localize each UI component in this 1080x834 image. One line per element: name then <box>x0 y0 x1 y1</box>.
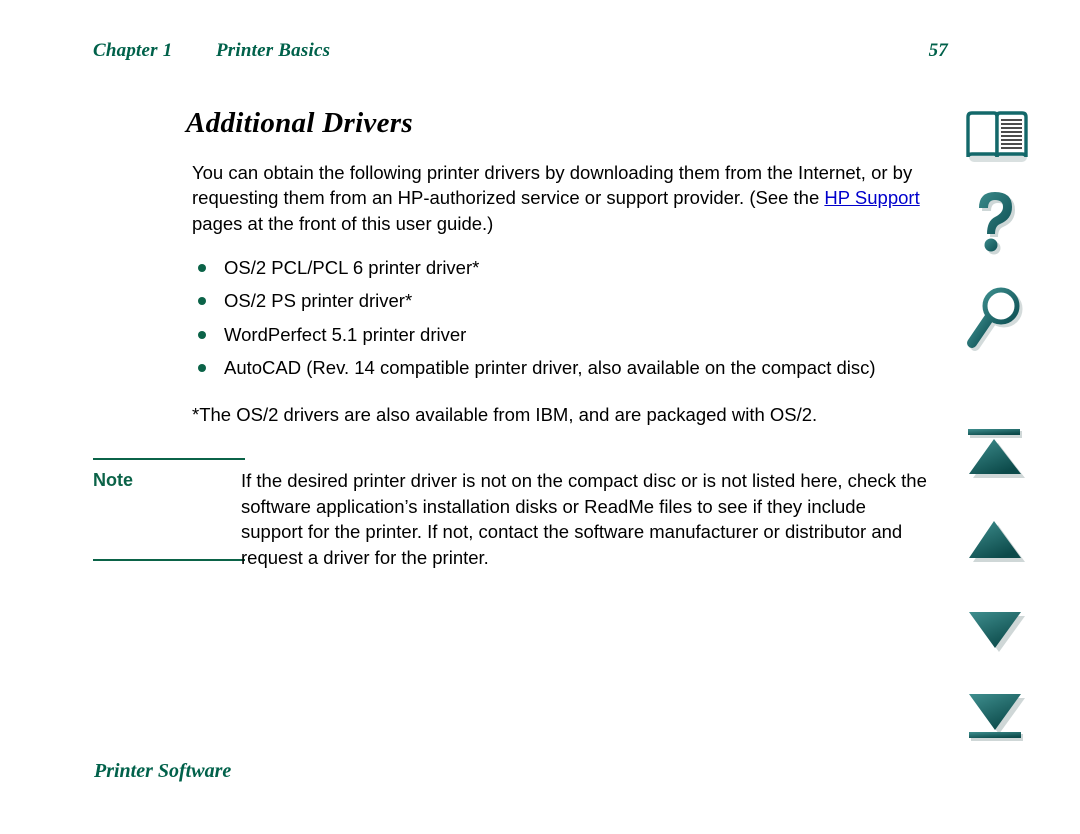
note-rule-bottom <box>93 559 245 561</box>
header-section-label: Printer Basics <box>216 40 331 61</box>
page-number: 57 <box>928 40 948 61</box>
search-button[interactable] <box>948 284 1044 356</box>
table-of-contents-button[interactable] <box>948 108 1044 164</box>
running-header: Chapter 1 Printer Basics 57 <box>93 40 973 66</box>
last-page-icon <box>969 694 1025 741</box>
note-label: Note <box>93 470 133 490</box>
hp-support-link[interactable]: HP Support <box>824 187 919 208</box>
list-item: OS/2 PCL/PCL 6 printer driver* <box>192 255 934 281</box>
first-page-icon <box>968 429 1025 478</box>
note-rule-top <box>93 458 245 460</box>
bullet-dot-icon <box>198 330 206 339</box>
intro-text-part-2: pages at the front of this user guide.) <box>192 212 494 234</box>
bullet-dot-icon <box>198 263 206 272</box>
go-to-first-page-button[interactable] <box>948 426 1044 480</box>
next-page-icon <box>969 612 1025 652</box>
list-item: OS/2 PS printer driver* <box>192 288 934 314</box>
intro-text-part-1: You can obtain the following printer dri… <box>192 161 913 209</box>
go-to-next-page-button[interactable] <box>948 604 1044 658</box>
list-item-label: WordPerfect 5.1 printer driver <box>224 323 467 345</box>
note-block: Note If the desired printer driver is no… <box>93 458 934 568</box>
list-item: AutoCAD (Rev. 14 compatible printer driv… <box>192 355 934 381</box>
magnifier-icon <box>967 287 1023 351</box>
bullet-dot-icon <box>198 297 206 305</box>
go-to-last-page-button[interactable] <box>948 688 1044 748</box>
note-body-text: If the desired printer driver is not on … <box>241 470 927 568</box>
bullet-dot-icon <box>198 364 206 372</box>
footer-section-label: Printer Software <box>94 760 232 782</box>
page-title: Additional Drivers <box>186 107 413 140</box>
header-chapter-label: Chapter 1 <box>93 40 173 61</box>
question-mark-icon <box>979 192 1015 255</box>
help-button[interactable] <box>948 188 1044 258</box>
list-item-label: OS/2 PS printer driver* <box>224 290 413 311</box>
list-item-label: AutoCAD (Rev. 14 compatible printer driv… <box>224 357 876 378</box>
footnote-text: *The OS/2 drivers are also available fro… <box>192 403 818 425</box>
intro-paragraph: You can obtain the following printer dri… <box>192 160 934 237</box>
navigation-sidebar <box>948 96 1044 776</box>
go-to-previous-page-button[interactable] <box>948 514 1044 568</box>
list-item-label: OS/2 PCL/PCL 6 printer driver* <box>224 256 480 278</box>
driver-list: OS/2 PCL/PCL 6 printer driver* OS/2 PS p… <box>192 255 934 381</box>
list-item: WordPerfect 5.1 printer driver <box>192 322 934 348</box>
open-book-icon <box>966 111 1028 162</box>
body-content: You can obtain the following printer dri… <box>192 141 934 446</box>
previous-page-icon <box>969 521 1025 562</box>
